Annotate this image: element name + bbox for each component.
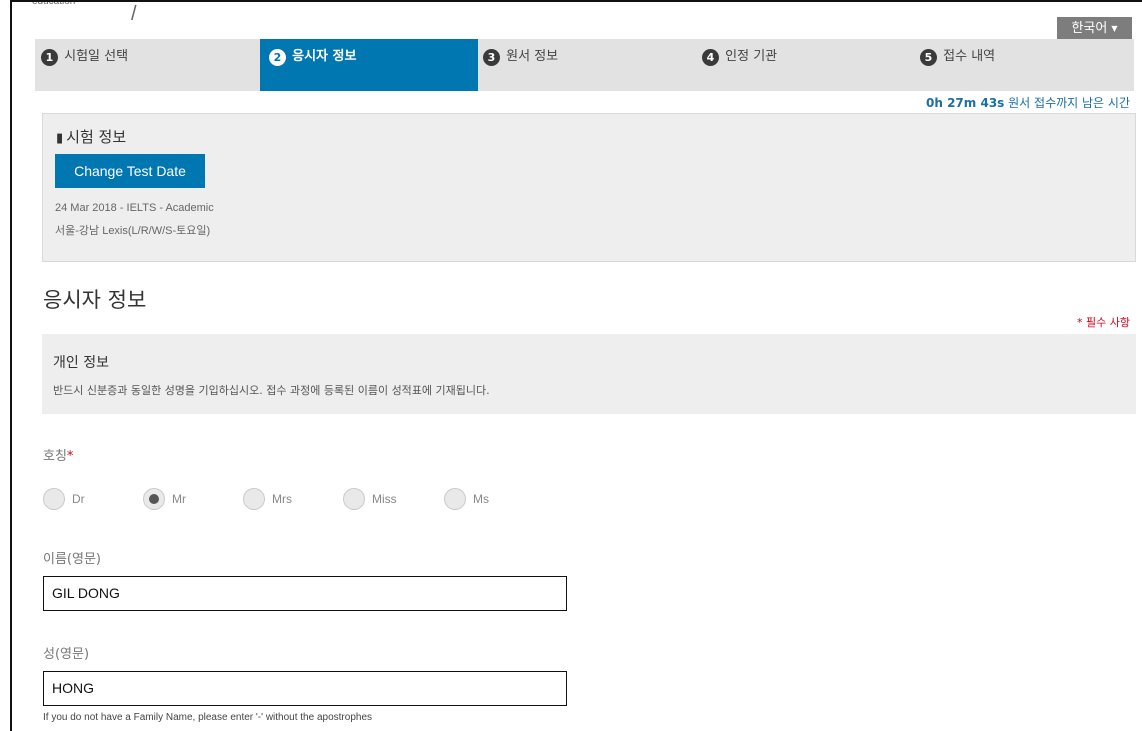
title-radio-ms[interactable]: Ms — [444, 485, 489, 513]
progress-steps: 1 시험일 선택 2 응시자 정보 3 원서 정보 4 인정 기관 5 접수 내… — [35, 39, 1134, 91]
required-mark: * — [66, 449, 74, 464]
last-name-input[interactable]: HONG — [43, 671, 567, 706]
step-number: 3 — [483, 49, 500, 66]
step-application-summary[interactable]: 5 접수 내역 — [917, 39, 1134, 91]
radio-label: Mrs — [272, 492, 292, 506]
test-venue-line: 서울-강남 Lexis(L/R/W/S-토요일) — [55, 225, 211, 237]
test-info-title: 시험 정보 — [66, 128, 127, 146]
caret-down-icon: ▼ — [1111, 24, 1118, 33]
title-label-text: 호칭 — [43, 449, 67, 464]
step-label: 응시자 정보 — [292, 49, 357, 64]
step-label: 시험일 선택 — [64, 49, 129, 64]
title-radio-dr[interactable]: Dr — [43, 485, 85, 513]
step-number: 2 — [269, 49, 286, 66]
radio-label: Dr — [72, 492, 85, 506]
logo-text: education — [32, 0, 76, 7]
radio-circle — [43, 488, 65, 510]
step-number: 5 — [920, 49, 937, 66]
language-dropdown[interactable]: 한국어 ▼ — [1057, 17, 1132, 39]
step-number: 1 — [41, 49, 58, 66]
test-date-line: 24 Mar 2018 - IELTS - Academic — [55, 202, 214, 214]
title-field-label: 호칭* — [43, 445, 73, 464]
step-select-test-date[interactable]: 1 시험일 선택 — [35, 39, 260, 91]
radio-label: Ms — [473, 492, 489, 506]
time-remaining-value: 0h 27m 43s — [926, 96, 1005, 110]
last-name-hint: If you do not have a Family Name, please… — [43, 712, 372, 723]
radio-label: Miss — [372, 492, 397, 506]
required-fields-note: * 필수 사항 — [1077, 316, 1130, 329]
step-recognising-org[interactable]: 4 인정 기관 — [697, 39, 917, 91]
personal-info-panel: 개인 정보 반드시 신분증과 동일한 성명을 기입하십시오. 접수 과정에 등록… — [42, 334, 1136, 414]
title-radio-mrs[interactable]: Mrs — [243, 485, 292, 513]
first-name-label: 이름(영문) — [43, 552, 101, 567]
test-info-heading: ▮ 시험 정보 — [56, 126, 126, 147]
title-radio-mr[interactable]: Mr — [143, 485, 186, 513]
radio-circle — [243, 488, 265, 510]
personal-info-description: 반드시 신분증과 동일한 성명을 기입하십시오. 접수 과정에 등록된 이름이 … — [53, 384, 490, 397]
page-title: 응시자 정보 — [43, 288, 147, 312]
first-name-input[interactable]: GIL DONG — [43, 576, 567, 611]
last-name-label: 성(영문) — [43, 647, 90, 662]
step-label: 접수 내역 — [943, 49, 996, 64]
language-label: 한국어 — [1071, 21, 1108, 36]
change-test-date-button[interactable]: Change Test Date — [55, 154, 205, 188]
step-label: 원서 정보 — [506, 49, 559, 64]
time-remaining: 0h 27m 43s 원서 접수까지 남은 시간 — [926, 94, 1130, 111]
radio-circle — [444, 488, 466, 510]
step-candidate-info[interactable]: 2 응시자 정보 — [260, 39, 478, 91]
title-radio-miss[interactable]: Miss — [343, 485, 397, 513]
book-icon: ▮ — [56, 131, 64, 146]
radio-circle-checked — [143, 488, 165, 510]
logo-slash: / — [131, 3, 137, 25]
page-frame: education / 한국어 ▼ 1 시험일 선택 2 응시자 정보 3 원서 … — [10, 0, 1142, 731]
time-remaining-text: 원서 접수까지 남은 시간 — [1008, 96, 1130, 110]
radio-label: Mr — [172, 492, 186, 506]
step-label: 인정 기관 — [725, 49, 778, 64]
personal-info-title: 개인 정보 — [53, 355, 109, 371]
step-number: 4 — [702, 49, 719, 66]
step-application-info[interactable]: 3 원서 정보 — [478, 39, 697, 91]
radio-circle — [343, 488, 365, 510]
test-info-panel: ▮ 시험 정보 Change Test Date 24 Mar 2018 - IE… — [42, 113, 1136, 262]
